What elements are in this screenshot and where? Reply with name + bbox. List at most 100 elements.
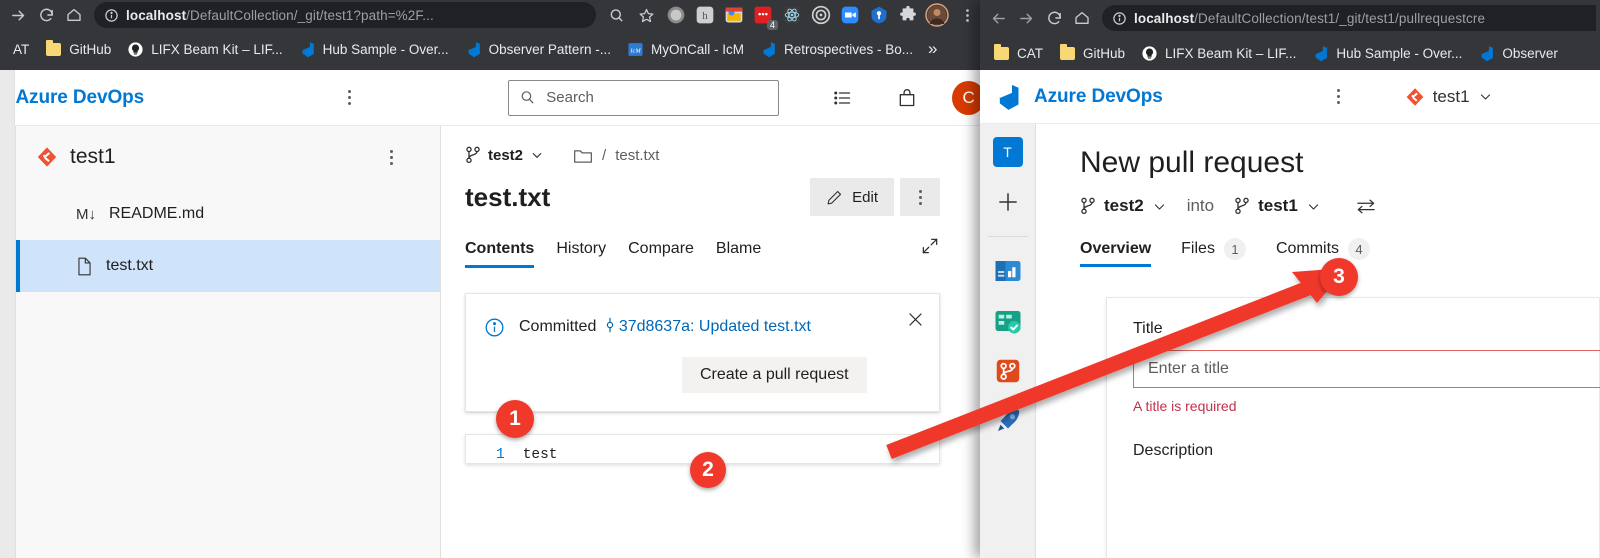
search-input[interactable]: Search [508,79,779,116]
project-initial-icon[interactable]: T [992,136,1024,168]
repo-header: test1 [16,126,440,188]
close-x-icon[interactable] [906,310,925,334]
azure-devops-icon [299,41,316,58]
profile-avatar-icon[interactable] [924,2,950,28]
tab-history[interactable]: History [556,240,606,268]
annotation-badge-2-label: 2 [702,458,714,481]
tab-overview[interactable]: Overview [1080,240,1152,267]
marketplace-bag-icon[interactable] [891,82,922,114]
azure-devops-icon [1312,45,1329,62]
react-devtools-icon[interactable] [779,2,805,28]
branch-icon [1235,197,1249,215]
ado-logo-text[interactable]: Azure DevOps [15,87,144,109]
title-error-message: A title is required [1133,398,1237,414]
tab-commits[interactable]: Commits 4 [1275,238,1371,269]
chrome-app-icon[interactable] [721,2,747,28]
bookmark-label: Observer [1502,45,1558,61]
fullscreen-expand-icon[interactable] [920,236,940,271]
bookmark-item[interactable]: GitHub [1052,41,1132,66]
plus-new-icon[interactable] [992,186,1024,218]
info-circle-icon [105,8,118,22]
key-extension-icon[interactable] [866,2,892,28]
file-list-item-readme[interactable]: M↓ README.md [16,188,440,240]
bookmark-item[interactable]: Observer Pattern -... [458,37,618,62]
tab-files[interactable]: Files 1 [1181,238,1246,269]
bookmarks-overflow-button[interactable]: » [922,39,943,59]
breadcrumb: test2 / test.txt [465,126,985,164]
bookmark-item[interactable]: GitHub [38,37,118,62]
tab-blame[interactable]: Blame [716,240,761,268]
edit-button-label: Edit [852,188,878,206]
commit-notification-card: Committed 37d8637a: Updated test.txt Cre… [465,293,940,412]
file-more-options-button[interactable] [900,178,940,216]
folder-outline-icon[interactable] [573,147,593,164]
star-icon[interactable] [632,1,660,29]
file-list-item-testtxt[interactable]: test.txt [16,240,440,292]
swap-branches-icon[interactable] [1355,197,1377,215]
azure-devops-icon [760,41,777,58]
svg-text:h: h [702,10,708,22]
reload-icon[interactable] [32,1,60,29]
repos-icon[interactable] [992,355,1024,387]
commits-count-badge: 4 [1348,238,1371,260]
commit-link[interactable]: 37d8637a: Updated test.txt [619,318,811,335]
branch-selector[interactable]: test2 [465,146,544,164]
source-branch-selector[interactable]: test2 [1080,196,1167,216]
collapsed-sidebar-rail[interactable] [0,126,16,558]
bookmark-item[interactable]: LIFX Beam Kit – LIF... [1134,41,1303,66]
azure-repos-icon [36,146,58,168]
forward-arrow-icon[interactable] [4,1,32,29]
puzzle-extensions-icon[interactable] [895,2,921,28]
bookmark-item[interactable]: Observer [1471,41,1565,66]
tab-commits-label: Commits [1275,240,1340,257]
title-input-placeholder: Enter a title [1148,360,1229,377]
overview-icon[interactable] [992,255,1024,287]
forward-arrow-icon[interactable] [1012,4,1040,32]
ado-logo-text[interactable]: Azure DevOps [1034,86,1163,108]
create-pull-request-button[interactable]: Create a pull request [682,357,867,393]
more-options-kebab-icon[interactable] [1328,89,1350,104]
bookmarks-bar-left: AT GitHub LIFX Beam Kit – LIF... Hub Sam… [0,30,985,68]
edit-button[interactable]: Edit [810,178,894,216]
bookmark-item[interactable]: CAT [986,41,1050,66]
bookmark-item[interactable]: Hub Sample - Over... [1305,41,1469,66]
bookmark-item[interactable]: LIFX Beam Kit – LIF... [120,37,289,62]
back-arrow-icon[interactable] [984,4,1012,32]
browser-toolbar-right: localhost/DefaultCollection/test1/_git/t… [980,0,1600,36]
target-extension-icon[interactable] [808,2,834,28]
tab-compare[interactable]: Compare [628,240,694,268]
bookmark-item[interactable]: AT [6,38,36,61]
info-circle-icon [484,314,505,343]
work-items-icon[interactable] [827,82,858,114]
bookmark-item[interactable]: Hub Sample - Over... [292,37,456,62]
tab-contents[interactable]: Contents [465,240,535,268]
reload-icon[interactable] [1040,4,1068,32]
address-bar-right[interactable]: localhost/DefaultCollection/test1/_git/t… [1102,5,1596,31]
search-zoom-icon[interactable] [602,1,630,29]
pipelines-icon[interactable] [992,405,1024,437]
address-bar-left[interactable]: localhost/DefaultCollection/_git/test1?p… [94,2,596,28]
more-options-kebab-icon[interactable] [380,149,402,165]
project-selector[interactable]: test1 [1405,87,1493,107]
azure-devops-logo-icon[interactable] [994,83,1022,111]
ado-left-rail: T [980,124,1036,558]
zoom-camera-icon[interactable] [837,2,863,28]
browser-menu-kebab-icon[interactable] [953,1,981,29]
target-branch-selector[interactable]: test1 [1234,196,1321,216]
honey-extension-icon[interactable]: h [692,2,718,28]
bookmark-item[interactable]: IcM MyOnCall - IcM [620,37,751,62]
boards-icon[interactable] [992,305,1024,337]
home-icon[interactable] [60,1,88,29]
more-options-kebab-icon[interactable] [339,90,360,105]
address-bar-url-right: localhost/DefaultCollection/test1/_git/t… [1134,11,1485,26]
bookmark-item[interactable]: Retrospectives - Bo... [753,37,920,62]
address-bar-url-left: localhost/DefaultCollection/_git/test1?p… [126,8,434,23]
circle-extension-icon[interactable] [663,2,689,28]
title-input[interactable]: Enter a title [1133,350,1600,388]
red-badge-extension-icon[interactable]: 4 [750,2,778,30]
repo-name[interactable]: test1 [70,145,116,169]
azure-devops-icon [465,41,482,58]
chevron-down-icon [1308,203,1319,210]
home-icon[interactable] [1068,4,1096,32]
bookmark-label: MyOnCall - IcM [650,41,744,57]
